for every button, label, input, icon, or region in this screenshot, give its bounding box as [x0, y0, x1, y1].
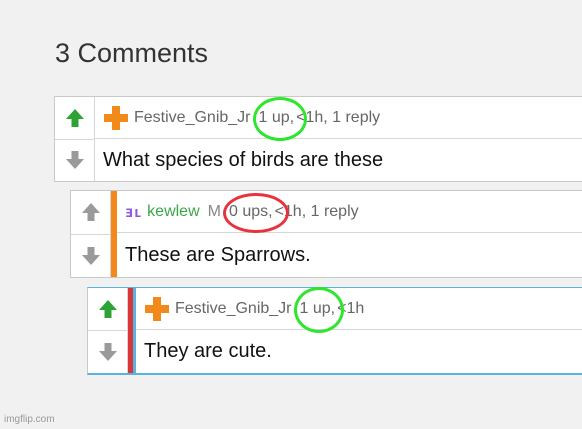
comment-1: Festive_Gnib_Jr 1 up, <1h, 1 reply What … [54, 96, 582, 182]
comment-age-replies: <1h [337, 299, 365, 317]
downvote-button[interactable] [88, 331, 127, 373]
upvote-arrow-icon [65, 108, 84, 127]
comment-3: Festive_Gnib_Jr 1 up, <1h They are cute. [87, 286, 582, 375]
points-count: 0 ups, [222, 192, 289, 233]
vote-column [55, 97, 95, 181]
downvote-arrow-icon [98, 343, 117, 361]
upvote-button[interactable] [71, 191, 110, 235]
downvote-button[interactable] [71, 235, 110, 278]
comment-body: ⱻʟ kewlew M 0 ups, <1h, 1 reply These ar… [117, 191, 582, 277]
upvote-button[interactable] [55, 97, 94, 140]
vote-column [88, 288, 128, 373]
comment-body: Festive_Gnib_Jr 1 up, <1h They are cute. [136, 286, 582, 373]
comment-text: What species of birds are these [103, 148, 384, 171]
plus-avatar-icon[interactable] [103, 105, 129, 131]
downvote-arrow-icon [65, 151, 84, 170]
user-flair: ⱻʟ [125, 203, 143, 221]
downvote-button[interactable] [55, 140, 94, 182]
upvote-arrow-icon [98, 300, 117, 318]
comment-age-replies: <1h, 1 reply [274, 202, 359, 220]
comment-text: They are cute. [144, 340, 272, 362]
watermark: imgflip.com [4, 414, 55, 425]
points-count: 1 up, [252, 96, 307, 141]
comment-meta: ⱻʟ kewlew M 0 ups, <1h, 1 reply [117, 191, 582, 233]
comment-meta: Festive_Gnib_Jr 1 up, <1h [136, 286, 582, 333]
points-count: 1 up, [293, 286, 344, 333]
comment-age-replies: <1h, 1 reply [296, 108, 381, 126]
comment-2: ⱻʟ kewlew M 0 ups, <1h, 1 reply These ar… [70, 190, 582, 278]
upvote-arrow-icon [81, 203, 100, 222]
username[interactable]: Festive_Gnib_Jr [175, 300, 292, 318]
comments-heading: 3 Comments [55, 38, 209, 68]
plus-avatar-icon[interactable] [144, 296, 170, 322]
username[interactable]: Festive_Gnib_Jr [134, 109, 251, 127]
user-flag: M [207, 202, 221, 220]
vote-column [71, 191, 111, 277]
comment-text: These are Sparrows. [125, 243, 311, 266]
username[interactable]: kewlew [147, 203, 199, 221]
comment-meta: Festive_Gnib_Jr 1 up, <1h, 1 reply [95, 96, 582, 141]
downvote-arrow-icon [81, 246, 100, 265]
upvote-button[interactable] [88, 288, 127, 331]
comment-body: Festive_Gnib_Jr 1 up, <1h, 1 reply What … [95, 96, 582, 181]
